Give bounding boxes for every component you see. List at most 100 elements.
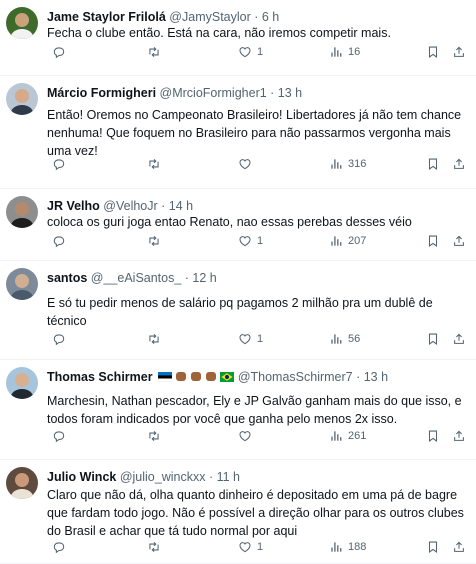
- reply-icon: [52, 540, 66, 554]
- bookmark-button[interactable]: [421, 155, 440, 173]
- author-handle[interactable]: @JamyStaylor: [169, 10, 250, 24]
- author-name[interactable]: Márcio Formigheri: [47, 86, 156, 100]
- views-icon: [329, 332, 343, 346]
- views-button[interactable]: 188: [324, 538, 366, 556]
- share-icon: [452, 332, 466, 346]
- avatar[interactable]: [6, 7, 38, 39]
- views-button-count: 188: [348, 541, 367, 553]
- tweet: Jame Staylor Frilolá @JamyStaylor · 6 h F…: [0, 0, 476, 76]
- views-button[interactable]: 261: [324, 427, 366, 445]
- timestamp[interactable]: 13 h: [364, 370, 388, 384]
- avatar[interactable]: [6, 196, 38, 228]
- timestamp[interactable]: 11 h: [217, 470, 240, 484]
- views-button[interactable]: 207: [324, 232, 366, 250]
- views-button[interactable]: 56: [324, 330, 360, 348]
- author-name[interactable]: JR Velho: [47, 199, 100, 213]
- retweet-button[interactable]: [142, 232, 161, 250]
- raised-fist-icon: [191, 371, 202, 381]
- author-handle[interactable]: @__eAiSantos_: [91, 271, 182, 285]
- bookmark-button[interactable]: [421, 232, 440, 250]
- share-button[interactable]: [447, 232, 466, 250]
- like-button-count: 1: [257, 46, 264, 58]
- like-button[interactable]: [233, 155, 257, 173]
- like-button-count: 1: [257, 235, 264, 247]
- retweet-icon: [147, 429, 161, 443]
- share-button[interactable]: [447, 427, 466, 445]
- like-button[interactable]: [233, 427, 257, 445]
- timestamp[interactable]: 13 h: [278, 86, 302, 100]
- retweet-icon: [147, 540, 161, 554]
- bookmark-button[interactable]: [421, 330, 440, 348]
- reply-icon: [52, 157, 66, 171]
- action-bar: 1 207: [47, 232, 468, 250]
- retweet-button[interactable]: [142, 427, 161, 445]
- like-button-count: 1: [257, 541, 264, 553]
- like-button[interactable]: 1: [233, 43, 263, 61]
- reply-button[interactable]: [47, 538, 66, 556]
- share-icon: [452, 45, 466, 59]
- retweet-icon: [147, 45, 161, 59]
- like-icon: [238, 234, 252, 248]
- action-bar: 1 188: [47, 538, 468, 556]
- retweet-button[interactable]: [142, 330, 161, 348]
- views-icon: [329, 540, 343, 554]
- share-button[interactable]: [447, 330, 466, 348]
- views-button[interactable]: 316: [324, 155, 366, 173]
- avatar[interactable]: [6, 367, 38, 399]
- author-handle[interactable]: @MrcioFormigher1: [160, 86, 267, 100]
- share-icon: [452, 540, 466, 554]
- like-icon: [238, 45, 252, 59]
- bookmark-button[interactable]: [421, 43, 440, 61]
- estonia-flag-icon: [157, 371, 173, 382]
- views-icon: [329, 45, 343, 59]
- share-button[interactable]: [447, 538, 466, 556]
- tweet: Julio Winck @julio_winckxx · 11 h Claro q…: [0, 460, 476, 564]
- share-button[interactable]: [447, 155, 466, 173]
- separator-dot: ·: [181, 271, 193, 285]
- tweet-header: santos @__eAiSantos_ · 12 h: [47, 269, 470, 287]
- retweet-button[interactable]: [142, 155, 161, 173]
- retweet-icon: [147, 234, 161, 248]
- author-name[interactable]: Jame Staylor Frilolá: [47, 10, 166, 24]
- reply-button[interactable]: [47, 155, 66, 173]
- author-handle[interactable]: @ThomasSchirmer7: [238, 370, 353, 384]
- reply-button[interactable]: [47, 43, 66, 61]
- like-icon: [238, 540, 252, 554]
- tweet-text: coloca os guri joga entao Renato, nao es…: [47, 213, 466, 231]
- reply-button[interactable]: [47, 330, 66, 348]
- reply-icon: [52, 45, 66, 59]
- share-button[interactable]: [447, 43, 466, 61]
- timestamp[interactable]: 6 h: [262, 10, 279, 24]
- avatar[interactable]: [6, 268, 38, 300]
- author-handle[interactable]: @VelhoJr: [103, 199, 157, 213]
- tweet: Thomas Schirmer @ThomasSchirmer7 · 13 h M…: [0, 360, 476, 460]
- avatar[interactable]: [6, 83, 38, 115]
- reply-icon: [52, 332, 66, 346]
- like-button[interactable]: 1: [233, 330, 263, 348]
- tweet-text-line: Claro que não dá, olha quanto dinheiro é…: [47, 488, 458, 502]
- separator-dot: ·: [205, 470, 217, 484]
- author-name[interactable]: Julio Winck: [47, 470, 116, 484]
- author-name[interactable]: santos: [47, 271, 87, 285]
- tweet-header: Thomas Schirmer @ThomasSchirmer7 · 13 h: [47, 368, 470, 386]
- bookmark-button[interactable]: [421, 427, 440, 445]
- reply-icon: [52, 429, 66, 443]
- like-icon: [238, 157, 252, 171]
- views-button[interactable]: 16: [324, 43, 360, 61]
- retweet-icon: [147, 157, 161, 171]
- views-button-count: 56: [348, 333, 361, 345]
- bookmark-button[interactable]: [421, 538, 440, 556]
- reply-button[interactable]: [47, 427, 66, 445]
- separator-dot: ·: [250, 10, 262, 24]
- author-name[interactable]: Thomas Schirmer: [47, 370, 153, 384]
- avatar[interactable]: [6, 467, 38, 499]
- tweet-text-line: coloca os guri joga entao Renato, nao es…: [47, 215, 412, 229]
- timestamp[interactable]: 14 h: [169, 199, 193, 213]
- author-handle[interactable]: @julio_winckxx: [120, 470, 206, 484]
- retweet-button[interactable]: [142, 538, 161, 556]
- like-button[interactable]: 1: [233, 232, 263, 250]
- retweet-button[interactable]: [142, 43, 161, 61]
- reply-button[interactable]: [47, 232, 66, 250]
- timestamp[interactable]: 12 h: [192, 271, 216, 285]
- like-button[interactable]: 1: [233, 538, 263, 556]
